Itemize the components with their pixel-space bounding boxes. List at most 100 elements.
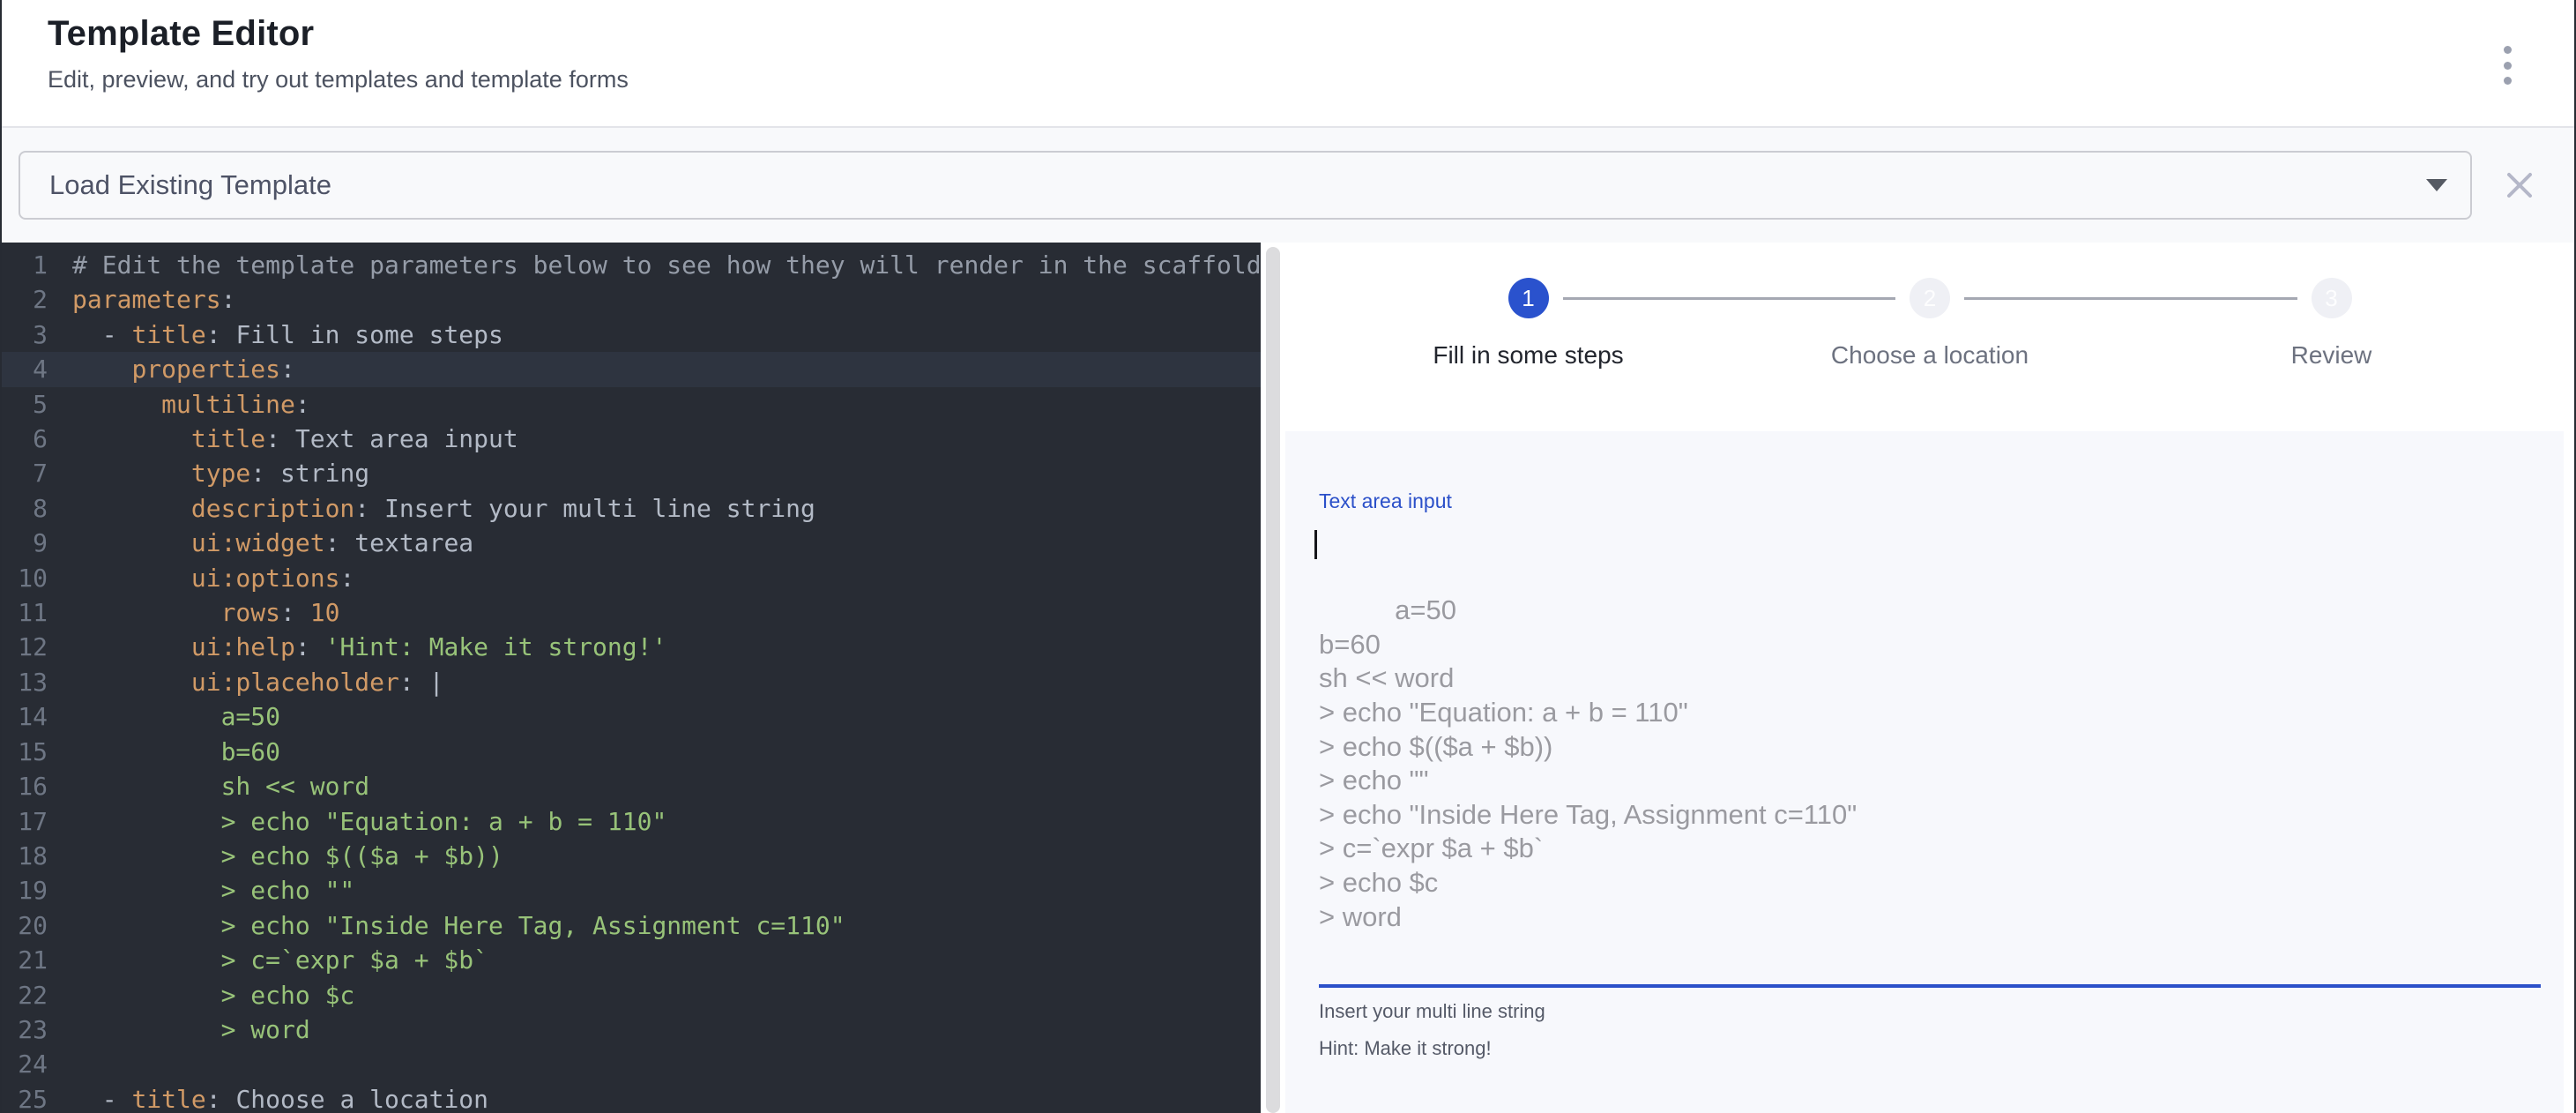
page-title: Template Editor	[48, 14, 2574, 54]
kebab-dot	[2504, 62, 2512, 70]
code-line[interactable]: 23 > word	[2, 1012, 1261, 1047]
code-text: title: Text area input	[72, 422, 518, 456]
code-line[interactable]: 4 properties:	[2, 352, 1261, 386]
code-line[interactable]: 1 # Edit the template parameters below to…	[2, 248, 1261, 282]
code-line[interactable]: 21 > c=`expr $a + $b`	[2, 943, 1261, 977]
code-line[interactable]: 17 > echo "Equation: a + b = 110"	[2, 804, 1261, 839]
code-text: ui:placeholder: |	[72, 665, 443, 699]
code-line[interactable]: 6 title: Text area input	[2, 422, 1261, 456]
line-number: 4	[2, 352, 48, 386]
field-description: Insert your multi line string	[1319, 1000, 2541, 1023]
code-line[interactable]: 20 > echo "Inside Here Tag, Assignment c…	[2, 908, 1261, 943]
code-line[interactable]: 2 parameters:	[2, 282, 1261, 317]
line-number: 19	[2, 873, 48, 908]
code-text: parameters:	[72, 282, 235, 317]
line-number: 24	[2, 1047, 48, 1081]
code-text: > word	[72, 1012, 310, 1047]
line-number: 2	[2, 282, 48, 317]
step-3-label: Review	[2291, 341, 2372, 370]
code-line[interactable]: 25 - title: Choose a location	[2, 1082, 1261, 1113]
line-number: 1	[2, 248, 48, 282]
template-editor-app: Template Editor Edit, preview, and try o…	[0, 0, 2576, 1113]
yaml-code-editor[interactable]: 1 # Edit the template parameters below to…	[2, 243, 1261, 1113]
line-number: 22	[2, 978, 48, 1012]
line-number: 20	[2, 908, 48, 943]
code-text: > echo ""	[72, 873, 354, 908]
load-existing-template-select[interactable]: Load Existing Template	[19, 151, 2472, 220]
line-number: 21	[2, 943, 48, 977]
step-2-label: Choose a location	[1831, 341, 2029, 370]
line-number: 9	[2, 526, 48, 560]
select-placeholder: Load Existing Template	[49, 169, 331, 201]
code-line[interactable]: 10 ui:options:	[2, 561, 1261, 595]
code-text: multiline:	[72, 387, 310, 422]
code-line[interactable]: 19 > echo ""	[2, 873, 1261, 908]
code-text: - title: Choose a location	[72, 1082, 488, 1113]
code-text: - title: Fill in some steps	[72, 317, 503, 352]
line-number: 13	[2, 665, 48, 699]
divider-scrollbar-handle[interactable]	[1266, 247, 1280, 1113]
step-1-circle[interactable]: 1	[1508, 278, 1549, 318]
step-2-circle[interactable]: 2	[1910, 278, 1950, 318]
code-text: > echo $(($a + $b))	[72, 839, 503, 873]
code-line[interactable]: 9 ui:widget: textarea	[2, 526, 1261, 560]
code-text: ui:widget: textarea	[72, 526, 473, 560]
line-number: 3	[2, 317, 48, 352]
line-number: 12	[2, 630, 48, 664]
step-3-circle[interactable]: 3	[2312, 278, 2352, 318]
form-card: Text area input a=50 b=60 sh << word > e…	[1285, 431, 2564, 1113]
code-text: b=60	[72, 735, 280, 769]
line-number: 23	[2, 1012, 48, 1047]
code-text: > echo "Inside Here Tag, Assignment c=11…	[72, 908, 845, 943]
kebab-dot	[2504, 46, 2512, 54]
code-line[interactable]: 24	[2, 1047, 1261, 1081]
textarea-focus-underline	[1319, 984, 2541, 988]
step-connector	[1964, 297, 2297, 300]
line-number: 10	[2, 561, 48, 595]
code-lines: 1 # Edit the template parameters below to…	[2, 248, 1261, 1113]
code-text: rows: 10	[72, 595, 339, 630]
caret-down-icon	[2426, 179, 2447, 191]
code-line[interactable]: 8 description: Insert your multi line st…	[2, 491, 1261, 526]
code-text: > echo "Equation: a + b = 110"	[72, 804, 666, 839]
line-number: 14	[2, 699, 48, 734]
kebab-dot	[2504, 77, 2512, 85]
stepper-labels: Fill in some steps Choose a location Rev…	[1508, 341, 2352, 377]
field-help-text: Hint: Make it strong!	[1319, 1037, 2541, 1060]
line-number: 18	[2, 839, 48, 873]
textarea-placeholder-text: a=50 b=60 sh << word > echo "Equation: a…	[1319, 594, 1857, 931]
code-line[interactable]: 3 - title: Fill in some steps	[2, 317, 1261, 352]
code-line[interactable]: 16 sh << word	[2, 769, 1261, 803]
code-text: > echo $c	[72, 978, 354, 1012]
line-number: 6	[2, 422, 48, 456]
step-1-label: Fill in some steps	[1433, 341, 1623, 370]
code-text	[72, 1047, 87, 1081]
code-line[interactable]: 18 > echo $(($a + $b))	[2, 839, 1261, 873]
multiline-textarea-input[interactable]: a=50 b=60 sh << word > echo "Equation: a…	[1319, 526, 2541, 968]
line-number: 8	[2, 491, 48, 526]
code-text: # Edit the template parameters below to …	[72, 248, 1261, 282]
code-line[interactable]: 13 ui:placeholder: |	[2, 665, 1261, 699]
code-text: a=50	[72, 699, 280, 734]
code-text: sh << word	[72, 769, 369, 803]
code-line[interactable]: 11 rows: 10	[2, 595, 1261, 630]
code-text: ui:options:	[72, 561, 354, 595]
code-text: type: string	[72, 456, 369, 490]
code-line[interactable]: 7 type: string	[2, 456, 1261, 490]
page-subtitle: Edit, preview, and try out templates and…	[48, 66, 2574, 93]
stepper-row: 1 2 3	[1508, 278, 2352, 318]
template-select-bar: Load Existing Template	[2, 128, 2574, 243]
code-text: properties:	[72, 352, 295, 386]
code-text: description: Insert your multi line stri…	[72, 491, 815, 526]
header: Template Editor Edit, preview, and try o…	[2, 0, 2574, 126]
code-text: ui:help: 'Hint: Make it strong!'	[72, 630, 666, 664]
code-line[interactable]: 22 > echo $c	[2, 978, 1261, 1012]
code-line[interactable]: 5 multiline:	[2, 387, 1261, 422]
template-preview-panel: 1 2 3 Fill in some steps Choose a locati…	[1285, 243, 2574, 1113]
close-icon[interactable]	[2502, 168, 2537, 203]
kebab-menu-icon[interactable]	[2490, 44, 2525, 86]
code-line[interactable]: 12 ui:help: 'Hint: Make it strong!'	[2, 630, 1261, 664]
line-number: 5	[2, 387, 48, 422]
code-line[interactable]: 14 a=50	[2, 699, 1261, 734]
code-line[interactable]: 15 b=60	[2, 735, 1261, 769]
